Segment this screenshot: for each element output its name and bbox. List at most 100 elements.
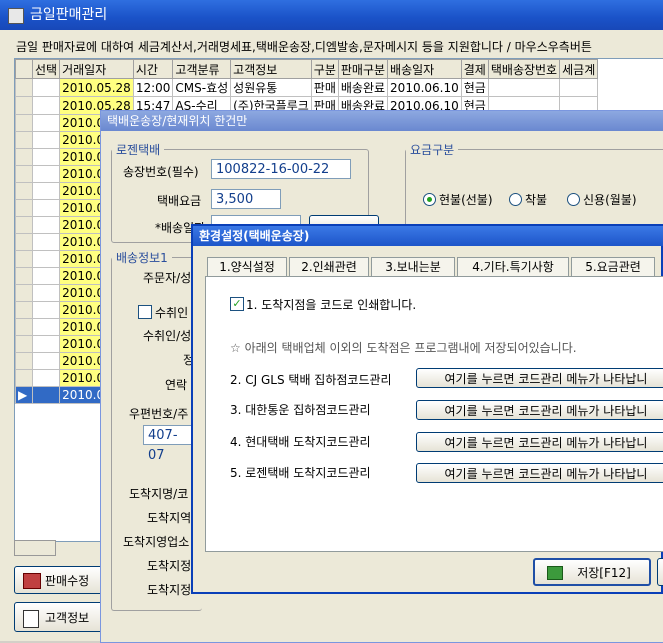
row-selector[interactable]	[15, 352, 33, 370]
row-selector[interactable]	[15, 250, 33, 268]
fee-option-cod[interactable]: 착불	[509, 191, 547, 208]
column-header[interactable]: 배송일자	[387, 59, 462, 79]
tab-misc[interactable]: 4.기타.특기사항	[457, 257, 569, 276]
fee-option-cod-label: 착불	[525, 193, 548, 207]
select-cell[interactable]	[31, 216, 61, 234]
select-cell[interactable]	[31, 250, 61, 268]
select-cell[interactable]	[31, 78, 61, 97]
column-header[interactable]: 판매구분	[337, 59, 389, 79]
row-selector[interactable]	[15, 267, 33, 285]
dest-point-label-2: 도착지정	[147, 583, 192, 597]
note-text: ☆ 아래의 택배업체 이외의 도착점은 프로그램내에 저장되어있습니다.	[230, 341, 577, 355]
row-selector[interactable]	[15, 78, 33, 97]
logen-code-button[interactable]: 여기를 누르면 코드관리 메뉴가 나타납니	[416, 463, 663, 483]
row-selector[interactable]	[15, 284, 33, 302]
select-cell[interactable]	[31, 131, 61, 149]
select-cell[interactable]	[31, 114, 61, 132]
tab-panel: ✓ 1. 도착지점을 코드로 인쇄합니다. ☆ 아래의 택배업체 이외의 도착점…	[205, 276, 663, 552]
invoice-input[interactable]: 100822-16-00-22	[211, 159, 351, 179]
code-print-label: 1. 도착지점을 코드로 인쇄합니다.	[246, 298, 417, 312]
table-cell: CMS-효성	[172, 78, 232, 97]
select-cell[interactable]	[31, 301, 61, 319]
select-cell[interactable]	[31, 318, 61, 336]
dest-region-label: 도착지역	[147, 511, 192, 525]
select-cell[interactable]	[31, 165, 61, 183]
invoice-label: 송장번호(필수)	[123, 165, 199, 179]
column-header[interactable]: 결제	[460, 59, 489, 79]
select-cell[interactable]	[31, 386, 61, 404]
table-row[interactable]: 2010.05.28 12:00 CMS-효성 성원유통 판매 배송완료 2010.06.1…	[15, 78, 599, 97]
column-header[interactable]: 고객분류	[172, 59, 232, 79]
zip-input[interactable]: 407-07	[143, 425, 195, 463]
dialog2-title: 환경설정(택배운송장)	[193, 226, 663, 246]
select-cell[interactable]	[31, 233, 61, 251]
hyundai-code-button[interactable]: 여기를 누르면 코드관리 메뉴가 나타납니	[416, 432, 663, 452]
fee-input[interactable]: 3,500	[211, 189, 281, 209]
row-selector[interactable]	[15, 148, 33, 166]
dest-name-label: 도착지명/코	[129, 487, 189, 501]
select-cell[interactable]	[31, 352, 61, 370]
tab-form-settings[interactable]: 1.양식설정	[207, 257, 287, 276]
row-selector[interactable]	[15, 131, 33, 149]
select-cell[interactable]	[31, 182, 61, 200]
fee-type-group-title: 요금구분	[410, 143, 455, 157]
select-cell[interactable]	[31, 284, 61, 302]
dest-office-label: 도착지영업소	[123, 535, 190, 549]
column-header[interactable]: 고객정보	[230, 59, 312, 79]
table-cell	[559, 78, 599, 97]
table-cell: 배송완료	[337, 78, 389, 97]
save-icon	[547, 566, 563, 580]
select-cell[interactable]	[31, 96, 61, 115]
close-button-partial[interactable]	[657, 558, 663, 586]
receiver-name-label: 수취인/성	[143, 329, 192, 343]
fee-option-prepaid[interactable]: 현불(선불)	[423, 191, 493, 208]
column-header[interactable]: 택배송장번호	[487, 59, 561, 79]
row-selector[interactable]	[15, 233, 33, 251]
save-button[interactable]: 저장[F12]	[533, 558, 651, 586]
column-header[interactable]: 구분	[310, 59, 339, 79]
fee-option-credit-label: 신용(월불)	[583, 193, 637, 207]
column-header[interactable]: 거래일자	[59, 59, 134, 79]
orderer-label: 주문자/성	[143, 271, 192, 285]
receiver-checkbox[interactable]	[138, 305, 152, 319]
select-cell[interactable]	[31, 369, 61, 387]
select-cell[interactable]	[31, 267, 61, 285]
row-selector[interactable]	[15, 96, 33, 115]
tab-fee[interactable]: 5.요금관련	[571, 257, 655, 276]
fee-option-credit[interactable]: 신용(월불)	[567, 191, 637, 208]
select-cell[interactable]	[31, 148, 61, 166]
table-cell	[487, 78, 561, 97]
select-cell[interactable]	[31, 335, 61, 353]
select-cell[interactable]	[31, 199, 61, 217]
table-cell: 현금	[460, 78, 489, 97]
table-header-row: 선택 거래일자 시간 고객분류 고객정보 구분 판매구분 배송일자 결제 택배송장번호 세금계	[15, 59, 599, 79]
horizontal-scrollbar[interactable]	[14, 540, 56, 556]
column-header[interactable]: 세금계	[559, 59, 599, 79]
cj-gls-code-button[interactable]: 여기를 누르면 코드관리 메뉴가 나타납니	[416, 368, 663, 388]
hyundai-label: 4. 현대택배 도착지코드관리	[230, 435, 371, 449]
row-selector[interactable]	[15, 182, 33, 200]
app-icon	[8, 8, 24, 24]
row-selector[interactable]	[15, 114, 33, 132]
row-selector[interactable]	[15, 369, 33, 387]
edit-icon	[23, 573, 41, 589]
table-cell: 성원유통	[230, 78, 312, 97]
radio-icon	[567, 193, 580, 206]
code-print-checkbox[interactable]: ✓	[230, 297, 244, 311]
row-selector[interactable]	[15, 318, 33, 336]
row-selector[interactable]	[15, 335, 33, 353]
tab-sender[interactable]: 3.보내는분	[371, 257, 455, 276]
document-icon	[23, 610, 39, 628]
column-header[interactable]: 선택	[31, 59, 61, 79]
tab-print[interactable]: 2.인쇄관련	[289, 257, 369, 276]
row-selector[interactable]	[15, 199, 33, 217]
row-selector[interactable]	[15, 165, 33, 183]
row-selector[interactable]: ▶	[15, 386, 33, 404]
daehan-code-button[interactable]: 여기를 누르면 코드관리 메뉴가 나타납니	[416, 400, 663, 420]
dest-point-label-1: 도착지정	[147, 559, 192, 573]
row-selector[interactable]	[15, 301, 33, 319]
column-header[interactable]: 시간	[132, 59, 174, 79]
daehan-label: 3. 대한통운 집하점코드관리	[230, 403, 371, 417]
edit-sale-button[interactable]: 판매수정	[14, 566, 108, 594]
row-selector[interactable]	[15, 216, 33, 234]
